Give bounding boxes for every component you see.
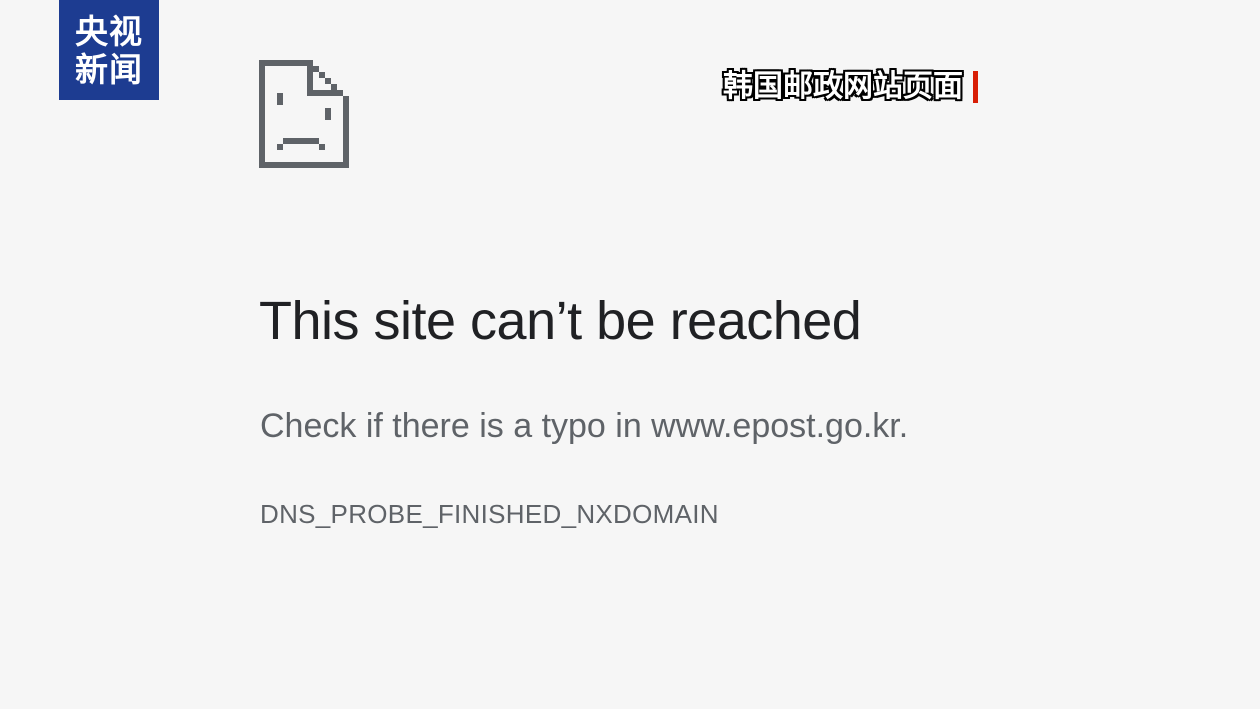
news-caption: 韩国邮政网站页面: [723, 66, 978, 108]
logo-line-1: 央视: [75, 12, 143, 51]
logo-line-2: 新闻: [75, 50, 143, 89]
browser-error-page: 央视 新闻 韩国邮政网站页面 This site can’t be reache…: [0, 0, 1260, 709]
error-code: DNS_PROBE_FINISHED_NXDOMAIN: [260, 499, 719, 529]
error-message: Check if there is a typo in www.epost.go…: [260, 407, 909, 445]
sad-document-icon: [259, 60, 349, 168]
page-title: This site can’t be reached: [259, 291, 862, 351]
cctv-news-logo: 央视 新闻: [59, 0, 159, 100]
caption-text: 韩国邮政网站页面: [723, 69, 963, 104]
caption-accent-bar: [973, 71, 978, 103]
